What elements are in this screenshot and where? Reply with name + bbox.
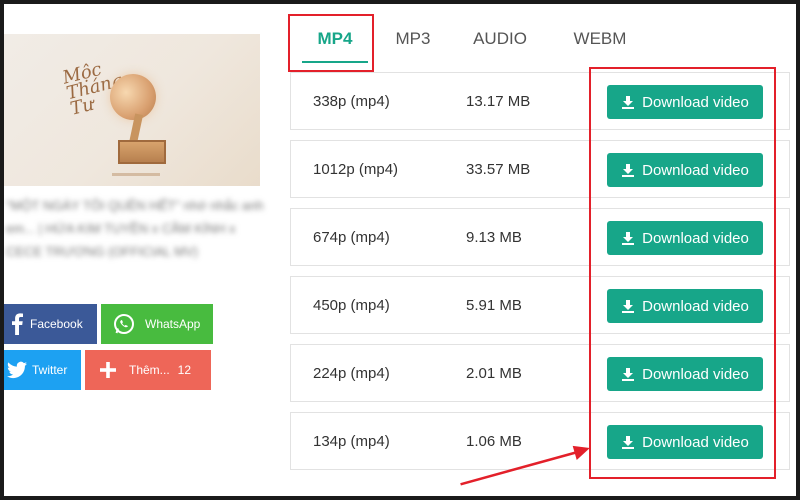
quality-label: 224p (mp4) [313, 365, 390, 382]
file-size: 1.06 MB [466, 433, 522, 450]
file-size: 5.91 MB [466, 297, 522, 314]
tab-webm[interactable]: WEBM [560, 16, 640, 62]
buttons-highlight-box [589, 67, 776, 479]
tab-highlight-box [288, 14, 374, 72]
video-title: "MỘT NGÀY TÔI QUÊN HẾT" nhớ nhắc anh em.… [6, 198, 264, 259]
quality-label: 134p (mp4) [313, 433, 390, 450]
quality-label: 338p (mp4) [313, 93, 390, 110]
share-twitter-label: Twitter [32, 363, 68, 377]
file-size: 9.13 MB [466, 229, 522, 246]
twitter-icon [4, 357, 30, 383]
whatsapp-icon [111, 311, 137, 337]
file-size: 13.17 MB [466, 93, 531, 110]
share-facebook-button[interactable]: Facebook [4, 304, 97, 344]
quality-label: 1012p (mp4) [313, 161, 399, 178]
thumbnail-caption-line [112, 173, 160, 176]
quality-label: 674p (mp4) [313, 229, 390, 246]
plus-icon [95, 357, 121, 383]
share-more-label: Thêm... [129, 363, 170, 377]
tab-audio[interactable]: AUDIO [462, 16, 538, 62]
gramophone-box-illustration [118, 140, 166, 164]
file-size: 2.01 MB [466, 365, 522, 382]
share-count: 12 [177, 363, 191, 377]
facebook-icon [4, 311, 30, 337]
share-whatsapp-label: WhatsApp [145, 317, 201, 331]
share-more-button[interactable]: Thêm... 12 [85, 350, 211, 390]
page-frame: Mộc Tháng Tư "MỘT NGÀY TÔI QUÊN HẾT" nhớ… [4, 4, 796, 496]
gramophone-horn-illustration [110, 74, 156, 120]
video-thumbnail[interactable]: Mộc Tháng Tư [4, 34, 260, 186]
share-twitter-button[interactable]: Twitter [4, 350, 81, 390]
quality-label: 450p (mp4) [313, 297, 390, 314]
tab-mp3[interactable]: MP3 [382, 16, 444, 62]
share-facebook-label: Facebook [30, 317, 83, 331]
share-whatsapp-button[interactable]: WhatsApp [101, 304, 213, 344]
file-size: 33.57 MB [466, 161, 531, 178]
